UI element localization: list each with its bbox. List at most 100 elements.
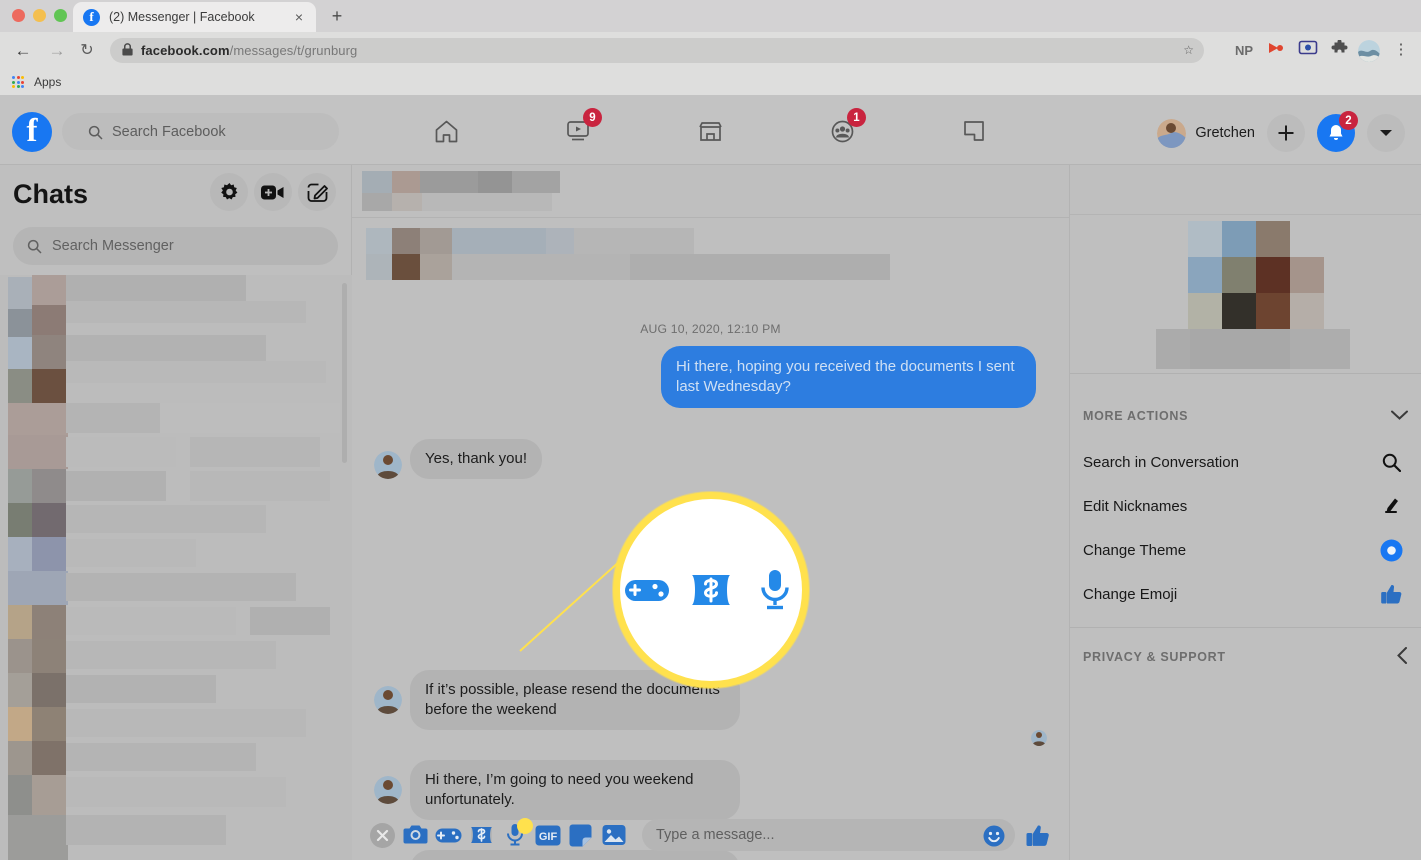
date-separator: AUG 10, 2020, 12:10 PM <box>352 322 1069 336</box>
extension-cast-icon[interactable] <box>1297 40 1319 62</box>
chat-list[interactable] <box>0 275 352 860</box>
facebook-search-placeholder: Search Facebook <box>112 124 226 140</box>
window-minimize-button[interactable] <box>33 9 46 22</box>
conversation-details-panel: MORE ACTIONS Search in Conversation Edit… <box>1069 165 1421 860</box>
reload-icon[interactable]: ↻ <box>76 40 98 62</box>
facebook-favicon-icon: f <box>83 9 100 26</box>
notifications-button[interactable]: 2 <box>1317 114 1355 152</box>
menu-item-label: Change Theme <box>1083 542 1186 559</box>
thumbs-up-icon[interactable] <box>1376 579 1406 609</box>
menu-item-label: Search in Conversation <box>1083 454 1239 471</box>
profile-button[interactable]: Gretchen <box>1157 119 1255 148</box>
menu-item-change-theme[interactable]: Change Theme <box>1070 528 1421 572</box>
back-arrow-icon[interactable]: ← <box>12 40 34 62</box>
window-maximize-button[interactable] <box>54 9 67 22</box>
message-bubble-outgoing[interactable]: Hi there, hoping you received the docume… <box>661 346 1036 408</box>
sticker-icon[interactable] <box>564 819 597 852</box>
emoji-face-icon[interactable] <box>983 825 1005 851</box>
notifications-badge: 2 <box>1339 111 1358 130</box>
camera-icon[interactable] <box>399 819 432 852</box>
window-traffic-lights[interactable] <box>12 9 67 22</box>
menu-item-edit-nicknames[interactable]: Edit Nicknames <box>1070 484 1421 528</box>
url-text: facebook.com/messages/t/grunburg <box>141 43 357 58</box>
extension-red-icon[interactable] <box>1266 40 1286 62</box>
facebook-search-input[interactable]: Search Facebook <box>62 113 339 150</box>
nav-marketplace-button[interactable] <box>684 108 736 154</box>
contact-profile-blurred <box>1070 215 1421 375</box>
browser-tab-bar: f (2) Messenger | Facebook × + <box>0 0 1421 32</box>
chevron-down-icon[interactable] <box>1391 408 1408 426</box>
address-bar[interactable]: facebook.com/messages/t/grunburg ☆ <box>110 38 1204 63</box>
user-name: Gretchen <box>1195 125 1255 141</box>
svg-text:GIF: GIF <box>538 831 557 843</box>
new-video-call-icon[interactable] <box>254 173 292 211</box>
close-x-icon[interactable] <box>366 819 399 852</box>
pencil-icon[interactable] <box>1376 491 1406 521</box>
message-input[interactable]: Type a message... <box>642 819 1015 851</box>
groups-badge: 1 <box>847 108 866 127</box>
color-circle-icon[interactable] <box>1376 535 1406 565</box>
new-tab-button[interactable]: + <box>326 6 348 28</box>
search-icon[interactable] <box>1376 447 1406 477</box>
section-title-more-actions: MORE ACTIONS <box>1083 409 1188 423</box>
lock-icon <box>122 43 133 59</box>
menu-item-search-in-conversation[interactable]: Search in Conversation <box>1070 440 1421 484</box>
nav-watch-button[interactable]: 9 <box>552 108 604 154</box>
photo-icon[interactable] <box>597 819 630 852</box>
chevron-left-icon[interactable] <box>1397 647 1408 669</box>
avatar <box>374 451 402 479</box>
account-menu-button[interactable] <box>1367 114 1405 152</box>
gif-icon[interactable]: GIF <box>531 819 564 852</box>
message-composer: GIF Type a message... <box>352 810 1069 860</box>
bookmarks-bar: Apps <box>0 69 1421 95</box>
divider <box>1070 373 1421 374</box>
sidebar-action-buttons <box>210 173 336 211</box>
browser-tab[interactable]: f (2) Messenger | Facebook × <box>73 2 316 32</box>
page-title: Chats <box>13 179 88 210</box>
forward-arrow-icon[interactable]: → <box>46 40 68 62</box>
message-input-placeholder: Type a message... <box>656 827 774 843</box>
nav-home-button[interactable] <box>420 108 472 154</box>
compose-new-message-icon[interactable] <box>298 173 336 211</box>
url-path: /messages/t/grunburg <box>230 43 358 58</box>
menu-item-label: Edit Nicknames <box>1083 498 1187 515</box>
message-row-incoming: Yes, thank you! <box>374 439 542 479</box>
facebook-main-nav: 9 1 <box>420 105 1000 157</box>
tab-title: (2) Messenger | Facebook <box>109 10 292 24</box>
search-messenger-input[interactable]: Search Messenger <box>13 227 338 265</box>
avatar <box>1157 119 1186 148</box>
extension-puzzle-icon[interactable] <box>1329 40 1349 62</box>
thumbs-up-icon[interactable] <box>1021 819 1055 852</box>
profile-avatar-icon[interactable] <box>1358 40 1380 62</box>
payment-dollar-icon[interactable] <box>465 819 498 852</box>
create-button[interactable] <box>1267 114 1305 152</box>
facebook-header-right: Gretchen 2 <box>1157 110 1405 156</box>
read-receipt-avatar <box>1031 730 1047 746</box>
conversation-header <box>352 165 1069 218</box>
message-bubble-incoming[interactable]: Yes, thank you! <box>410 439 542 479</box>
menu-item-change-emoji[interactable]: Change Emoji <box>1070 572 1421 616</box>
watch-badge: 9 <box>583 108 602 127</box>
url-domain: facebook.com <box>141 43 230 58</box>
games-controller-icon <box>624 567 670 613</box>
sidebar-header: Chats <box>0 165 351 223</box>
close-icon[interactable]: × <box>292 9 306 25</box>
search-messenger-placeholder: Search Messenger <box>52 238 174 254</box>
section-title-privacy-support: PRIVACY & SUPPORT <box>1083 650 1226 664</box>
facebook-logo-icon[interactable]: f <box>12 112 52 152</box>
bookmark-star-icon[interactable]: ☆ <box>1183 43 1194 57</box>
nav-gaming-button[interactable] <box>948 108 1000 154</box>
window-close-button[interactable] <box>12 9 25 22</box>
settings-gear-icon[interactable] <box>210 173 248 211</box>
bookmark-apps-label[interactable]: Apps <box>34 75 61 89</box>
browser-nav-bar: ← → ↻ facebook.com/messages/t/grunburg ☆… <box>0 32 1421 69</box>
browser-menu-icon[interactable]: ⋮ <box>1392 38 1410 62</box>
apps-grid-icon[interactable] <box>12 76 24 88</box>
extension-np-icon[interactable]: NP <box>1231 40 1257 62</box>
payment-dollar-icon <box>688 567 734 613</box>
nav-groups-button[interactable]: 1 <box>816 108 868 154</box>
sidebar-scrollbar[interactable] <box>342 283 347 463</box>
games-icon[interactable] <box>432 819 465 852</box>
conversation-contact-name-blurred <box>362 171 562 213</box>
avatar <box>374 776 402 804</box>
